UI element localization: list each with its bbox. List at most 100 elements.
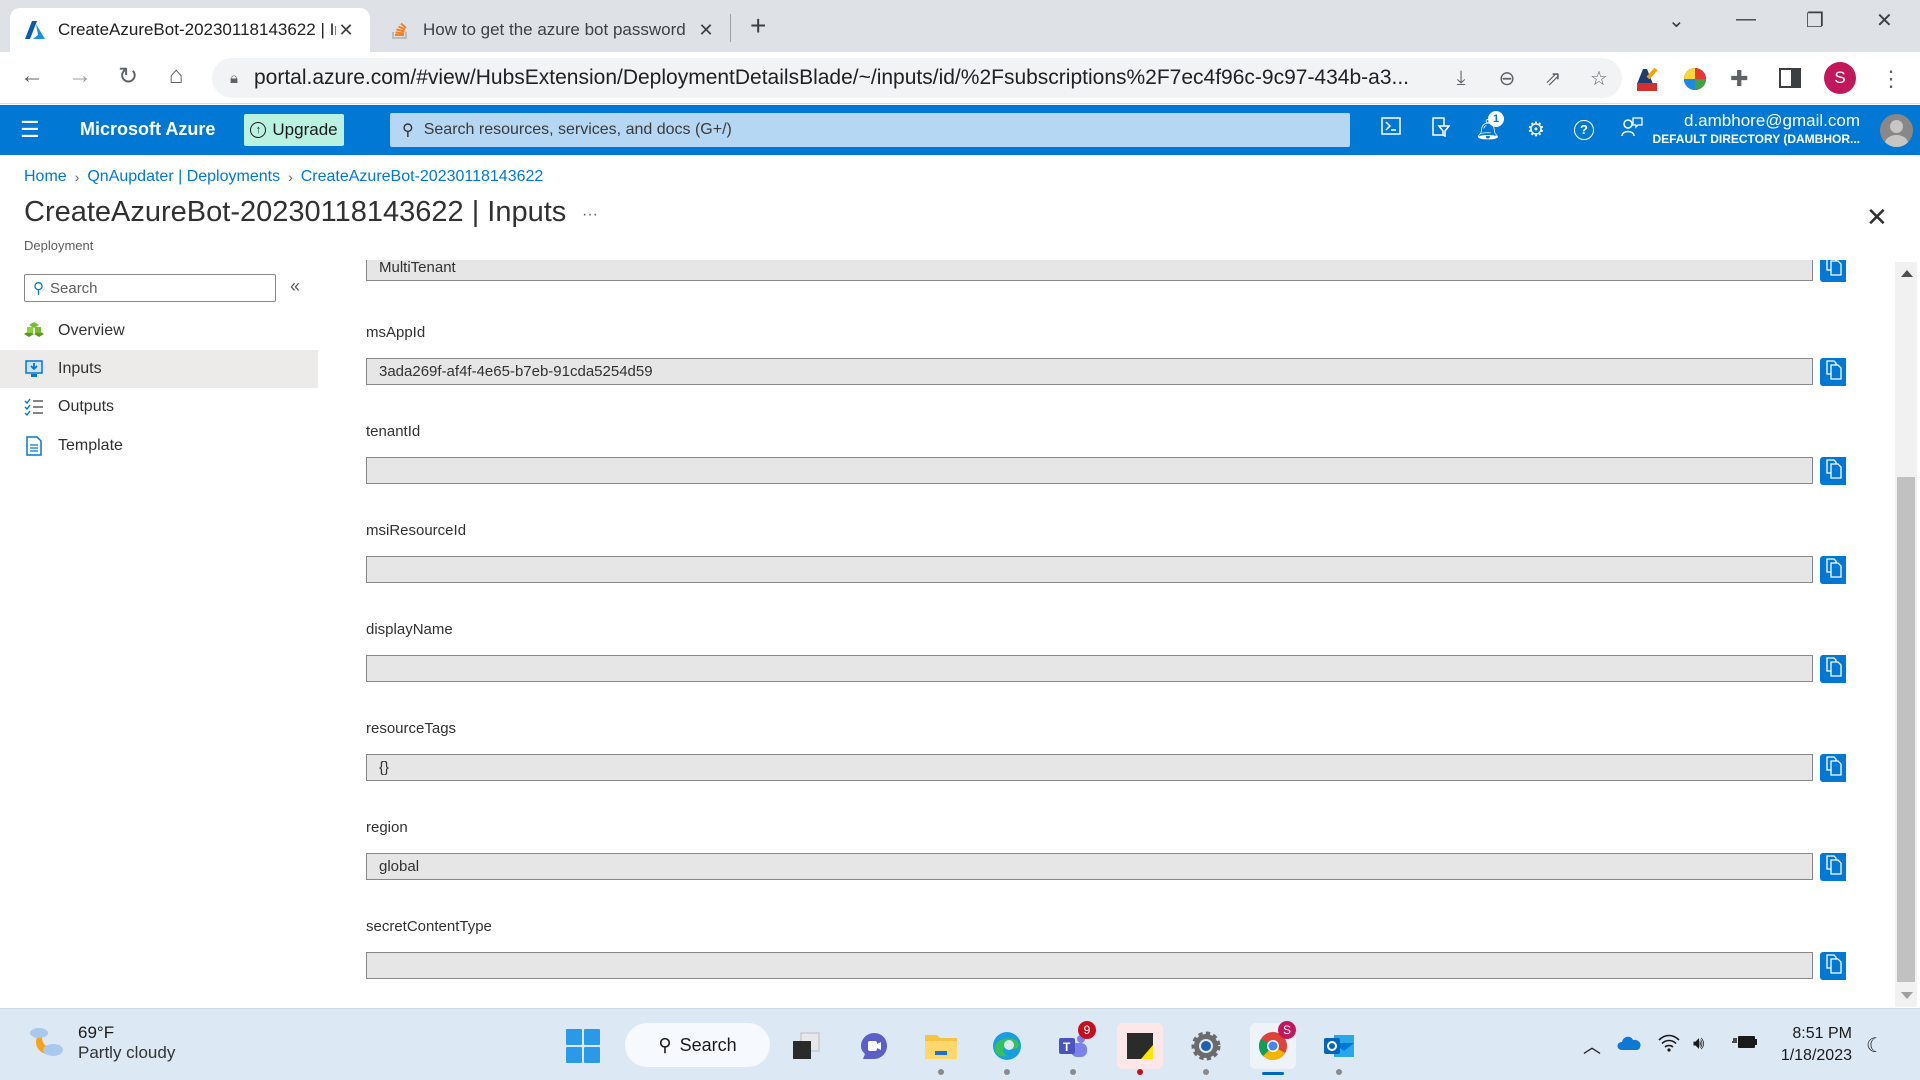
breadcrumb-chevron-icon: ›: [288, 169, 293, 185]
settings-app-icon[interactable]: [1183, 1023, 1229, 1075]
feedback-icon[interactable]: [1618, 117, 1646, 143]
address-bar: ← → ↻ ⌂ 🔒︎ portal.azure.com/#view/HubsEx…: [0, 52, 1920, 104]
copy-button[interactable]: [1820, 655, 1846, 683]
taskbar-search[interactable]: ⚲ Search: [625, 1023, 770, 1067]
content-scrollbar[interactable]: [1895, 262, 1917, 1007]
show-hidden-icons-chevron[interactable]: ︿: [1583, 1033, 1601, 1059]
copy-button[interactable]: [1820, 754, 1846, 782]
start-button[interactable]: [566, 1029, 600, 1063]
copy-button[interactable]: [1820, 952, 1846, 980]
field-value[interactable]: {}: [366, 754, 1813, 781]
partly-cloudy-icon: [28, 1024, 66, 1063]
directory-filter-icon[interactable]: [1426, 117, 1454, 143]
windows-logo-tile: [584, 1029, 600, 1045]
field-value[interactable]: [366, 457, 1813, 484]
sticky-notes-icon[interactable]: [1117, 1023, 1163, 1075]
teams-chat-icon[interactable]: [851, 1023, 897, 1069]
battery-charging-icon[interactable]: [1732, 1033, 1758, 1056]
field-value[interactable]: global: [366, 853, 1813, 880]
field-value[interactable]: [366, 952, 1813, 979]
copy-button[interactable]: [1820, 457, 1846, 485]
field-value[interactable]: 3ada269f-af4f-4e65-b7eb-91cda5254d59: [366, 358, 1813, 385]
account-info[interactable]: d.ambhore@gmail.com DEFAULT DIRECTORY (D…: [1652, 111, 1860, 146]
close-blade-icon[interactable]: ✕: [1866, 202, 1888, 233]
user-avatar[interactable]: [1880, 114, 1913, 147]
focus-moon-icon[interactable]: ☾: [1866, 1033, 1884, 1058]
cloud-shell-icon[interactable]: [1377, 117, 1405, 141]
windows-logo-tile: [566, 1029, 582, 1045]
settings-gear-icon[interactable]: ⚙: [1522, 117, 1550, 142]
close-window-icon[interactable]: ✕: [1876, 8, 1893, 33]
breadcrumb-home[interactable]: Home: [24, 168, 67, 186]
restore-icon[interactable]: ❐: [1806, 8, 1824, 33]
zoom-out-icon[interactable]: ⊖: [1492, 66, 1522, 91]
scroll-down-icon[interactable]: [1901, 992, 1913, 999]
field-value[interactable]: [366, 655, 1813, 682]
onedrive-icon[interactable]: [1616, 1033, 1642, 1056]
menu-item-inputs[interactable]: Inputs: [0, 350, 318, 388]
chrome-menu-icon[interactable]: ⋮: [1878, 66, 1904, 92]
teams-icon[interactable]: T 9: [1050, 1021, 1096, 1075]
collapse-menu-icon[interactable]: «: [290, 276, 300, 297]
task-view-icon[interactable]: [783, 1023, 829, 1069]
share-icon[interactable]: ⇗: [1538, 66, 1568, 91]
menu-item-overview[interactable]: Overview: [0, 312, 318, 350]
volume-icon[interactable]: 🔊︎: [1693, 1033, 1704, 1054]
wifi-icon[interactable]: [1657, 1033, 1681, 1058]
search-icon: ⚲: [402, 122, 414, 139]
color-picker-extension-icon[interactable]: [1682, 66, 1708, 92]
extension-pro-icon[interactable]: [1634, 66, 1660, 92]
menu-item-outputs[interactable]: Outputs: [0, 388, 318, 426]
menu-item-label: Overview: [58, 322, 125, 339]
install-app-icon[interactable]: ⤓: [1446, 67, 1476, 90]
weather-desc: Partly cloudy: [78, 1043, 176, 1062]
hamburger-menu-icon[interactable]: ☰: [20, 117, 40, 143]
new-tab-icon[interactable]: +: [750, 10, 766, 42]
copy-button[interactable]: [1820, 358, 1846, 386]
weather-temp: 69°F: [78, 1023, 115, 1042]
edge-browser-icon[interactable]: [984, 1023, 1030, 1075]
tab-search-chevron-icon[interactable]: ⌄: [1668, 8, 1685, 33]
help-icon[interactable]: ?: [1570, 117, 1598, 140]
copy-button[interactable]: [1820, 556, 1846, 584]
more-options-icon[interactable]: ···: [582, 206, 598, 224]
breadcrumb-chevron-icon: ›: [74, 169, 80, 185]
search-icon: ⚲: [33, 280, 44, 297]
bookmark-star-icon[interactable]: ☆: [1584, 66, 1614, 91]
field-value[interactable]: MultiTenant: [366, 260, 1813, 281]
outputs-icon: [24, 397, 44, 417]
reload-icon[interactable]: ↻: [112, 62, 144, 91]
scroll-up-icon[interactable]: [1901, 270, 1913, 277]
upgrade-button[interactable]: ↑ Upgrade: [244, 114, 344, 146]
close-tab-icon[interactable]: ✕: [696, 20, 716, 41]
extensions-puzzle-icon[interactable]: ✚: [1730, 66, 1756, 92]
menu-search-input[interactable]: ⚲ Search: [24, 274, 276, 302]
tab-title: CreateAzureBot-20230118143622 | Inputs: [58, 20, 336, 39]
close-tab-icon[interactable]: ✕: [336, 20, 356, 41]
url-text[interactable]: portal.azure.com/#view/HubsExtension/Dep…: [254, 66, 1438, 90]
browser-tab-stackoverflow[interactable]: How to get the azure bot password ✕: [375, 8, 730, 52]
url-omnibox[interactable]: 🔒︎ portal.azure.com/#view/HubsExtension/…: [212, 58, 1622, 98]
outlook-icon[interactable]: [1316, 1023, 1362, 1075]
home-icon[interactable]: ⌂: [160, 62, 192, 90]
azure-brand[interactable]: Microsoft Azure: [80, 119, 215, 140]
menu-item-template[interactable]: Template: [0, 427, 318, 465]
minimize-icon[interactable]: —: [1736, 8, 1756, 31]
breadcrumb-deployments[interactable]: QnAupdater | Deployments: [87, 168, 280, 186]
weather-widget[interactable]: 69°F Partly cloudy: [28, 1023, 175, 1063]
browser-tab-azure[interactable]: CreateAzureBot-20230118143622 | Inputs ✕: [10, 8, 370, 52]
breadcrumb-deployment[interactable]: CreateAzureBot-20230118143622: [301, 168, 544, 186]
profile-avatar[interactable]: S: [1824, 62, 1856, 94]
copy-button[interactable]: [1820, 260, 1846, 282]
system-clock[interactable]: 8:51 PM 1/18/2023: [1770, 1023, 1852, 1067]
running-indicator: [1203, 1069, 1209, 1075]
global-search-input[interactable]: ⚲ Search resources, services, and docs (…: [390, 113, 1350, 147]
forward-icon[interactable]: →: [64, 62, 96, 90]
side-panel-icon[interactable]: [1778, 66, 1804, 92]
copy-button[interactable]: [1820, 853, 1846, 881]
field-value[interactable]: [366, 556, 1813, 583]
chrome-taskbar-icon[interactable]: S: [1250, 1021, 1296, 1075]
scrollbar-thumb[interactable]: [1897, 477, 1915, 982]
file-explorer-icon[interactable]: [918, 1023, 964, 1075]
back-icon[interactable]: ←: [16, 62, 48, 90]
